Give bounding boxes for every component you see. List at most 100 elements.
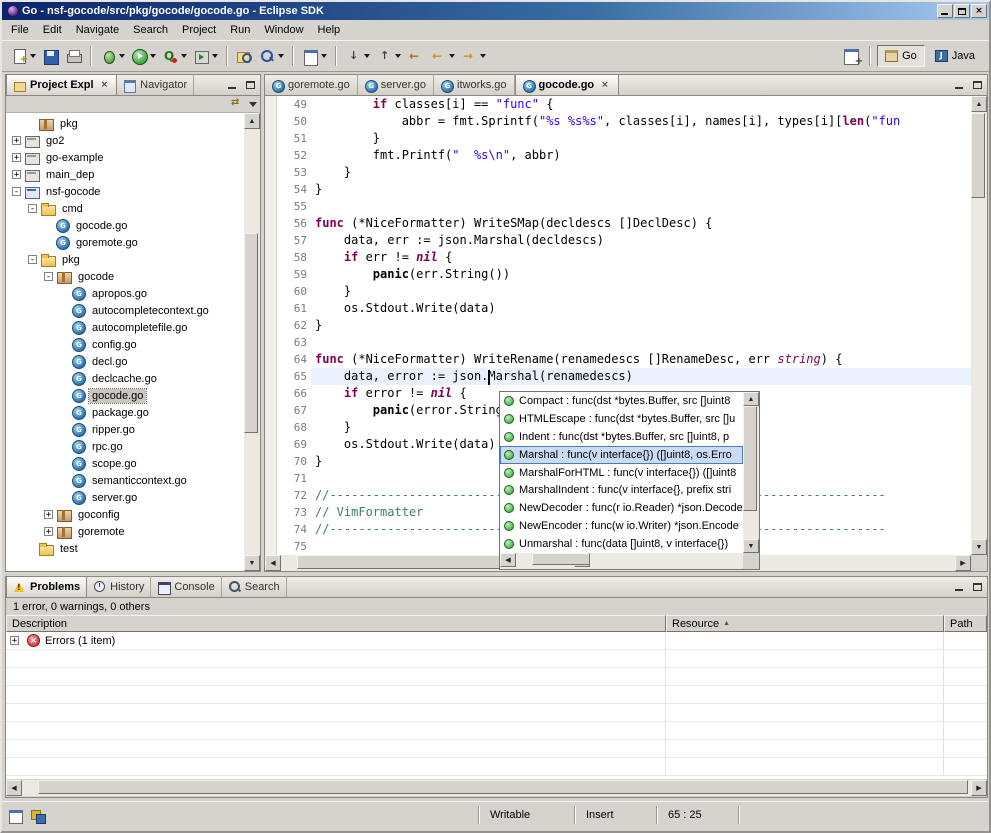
tree-expander-icon[interactable]: +	[12, 153, 21, 162]
problems-horizontal-scrollbar[interactable]: ◀ ▶	[6, 780, 987, 796]
tree-item-main-dep[interactable]: +main_dep	[6, 166, 244, 183]
run-button[interactable]	[129, 44, 158, 68]
tree-item-apropos-go[interactable]: apropos.go	[6, 285, 244, 302]
tree-item-ripper-go[interactable]: ripper.go	[6, 421, 244, 438]
popup-vertical-scrollbar[interactable]: ▲ ▼	[743, 392, 759, 553]
dropdown-arrow-icon[interactable]	[321, 54, 327, 58]
tree-item-goremote-go[interactable]: goremote.go	[6, 234, 244, 251]
scroll-down-icon[interactable]: ▼	[971, 539, 987, 555]
code-line[interactable]: 65 data, error := json.Marshal(renamedes…	[265, 368, 971, 385]
minimize-view-button[interactable]	[225, 78, 240, 92]
completion-item[interactable]: Unmarshal : func(data []uint8, v interfa…	[500, 535, 743, 553]
dropdown-arrow-icon[interactable]	[181, 54, 187, 58]
code-line[interactable]: 59 panic(err.String())	[265, 266, 971, 283]
scroll-up-icon[interactable]: ▲	[971, 96, 987, 112]
tree-item-cmd[interactable]: -cmd	[6, 200, 244, 217]
dropdown-arrow-icon[interactable]	[395, 54, 401, 58]
code-line[interactable]: 63	[265, 334, 971, 351]
view-tab-console[interactable]: Console	[151, 576, 221, 597]
tree-item-server-go[interactable]: server.go	[6, 489, 244, 506]
run-last-button[interactable]	[160, 44, 189, 68]
scroll-left-icon[interactable]: ◀	[500, 553, 516, 567]
menu-item-project[interactable]: Project	[175, 21, 223, 39]
tree-expander-icon[interactable]: +	[44, 527, 53, 536]
scroll-down-icon[interactable]: ▼	[244, 555, 260, 571]
perspective-java-button[interactable]: Java	[927, 45, 983, 67]
print-button[interactable]	[63, 44, 84, 68]
open-perspective-icon[interactable]	[841, 45, 863, 67]
tree-item-autocompletecontext-go[interactable]: autocompletecontext.go	[6, 302, 244, 319]
problem-row[interactable]: +Errors (1 item)	[6, 632, 987, 650]
view-menu-icon[interactable]	[249, 102, 257, 107]
view-tab-problems[interactable]: Problems	[6, 576, 87, 597]
dropdown-arrow-icon[interactable]	[480, 54, 486, 58]
new-button[interactable]	[9, 44, 38, 68]
maximize-problems-button[interactable]	[970, 580, 985, 594]
maximize-button[interactable]	[954, 4, 970, 18]
tree-item-config-go[interactable]: config.go	[6, 336, 244, 353]
scroll-left-icon[interactable]: ◀	[265, 555, 281, 571]
tree-item-goconfig[interactable]: +goconfig	[6, 506, 244, 523]
code-line[interactable]: 52 fmt.Printf(" %s\n", abbr)	[265, 147, 971, 164]
scroll-right-icon[interactable]: ▶	[971, 780, 987, 796]
tree-item-package-go[interactable]: package.go	[6, 404, 244, 421]
tree-item-gocode[interactable]: -gocode	[6, 268, 244, 285]
save-button[interactable]	[40, 44, 61, 68]
scrollbar-thumb[interactable]	[532, 553, 590, 565]
tree-expander-icon[interactable]: +	[44, 510, 53, 519]
tree-item-test[interactable]: test	[6, 540, 244, 557]
tree-item-decl-go[interactable]: decl.go	[6, 353, 244, 370]
close-tab-icon[interactable]: ×	[599, 80, 611, 91]
completion-item[interactable]: Indent : func(dst *bytes.Buffer, src []u…	[500, 428, 743, 446]
editor-tab-goremote-go[interactable]: goremote.go	[265, 74, 358, 95]
previous-annotation-button[interactable]	[374, 44, 403, 68]
tree-expander-icon[interactable]: -	[28, 204, 37, 213]
completion-item[interactable]: MarshalIndent : func(v interface{}, pref…	[500, 481, 743, 499]
completion-item[interactable]: NewEncoder : func(w io.Writer) *json.Enc…	[500, 517, 743, 535]
tree-expander-icon[interactable]: +	[12, 136, 21, 145]
completion-item[interactable]: NewDecoder : func(r io.Reader) *json.Dec…	[500, 499, 743, 517]
minimize-button[interactable]	[937, 4, 953, 18]
view-tab-history[interactable]: History	[87, 576, 151, 597]
popup-horizontal-scrollbar[interactable]: ◀ ▶	[500, 553, 743, 569]
tree-expander-icon[interactable]: -	[12, 187, 21, 196]
minimize-problems-button[interactable]	[952, 580, 967, 594]
view-tab-project-expl[interactable]: Project Expl×	[6, 74, 117, 95]
explorer-scrollbar[interactable]: ▲ ▼	[244, 113, 260, 571]
perspective-go-button[interactable]: Go	[877, 45, 925, 67]
code-line[interactable]: 61 os.Stdout.Write(data)	[265, 300, 971, 317]
column-header-path[interactable]: Path	[944, 615, 987, 632]
code-line[interactable]: 57 data, err := json.Marshal(decldescs)	[265, 232, 971, 249]
scrollbar-thumb[interactable]	[971, 113, 985, 198]
code-line[interactable]: 50 abbr = fmt.Sprintf("%s %s%s", classes…	[265, 113, 971, 130]
link-with-editor-icon[interactable]	[231, 98, 245, 110]
code-line[interactable]: 56func (*NiceFormatter) WriteSMap(declde…	[265, 215, 971, 232]
menu-item-navigate[interactable]: Navigate	[69, 21, 126, 39]
tree-item-go2[interactable]: +go2	[6, 132, 244, 149]
tree-expander-icon[interactable]: -	[28, 255, 37, 264]
maximize-view-button[interactable]	[243, 78, 258, 92]
column-header-resource[interactable]: Resource▲	[666, 615, 944, 632]
tree-item-declcache-go[interactable]: declcache.go	[6, 370, 244, 387]
fast-view-icon[interactable]	[6, 806, 24, 823]
scroll-up-icon[interactable]: ▲	[743, 392, 759, 406]
editor-tab-server-go[interactable]: server.go	[358, 74, 434, 95]
tree-expander-icon[interactable]: +	[12, 170, 21, 179]
scroll-down-icon[interactable]: ▼	[743, 539, 759, 553]
scrollbar-thumb[interactable]	[38, 780, 968, 794]
close-button[interactable]: ×	[971, 4, 987, 18]
editor-tab-gocode-go[interactable]: gocode.go×	[515, 74, 619, 95]
tree-item-pkg[interactable]: -pkg	[6, 251, 244, 268]
editor-tab-itworks-go[interactable]: itworks.go	[434, 74, 515, 95]
search-button[interactable]	[257, 44, 286, 68]
menu-item-file[interactable]: File	[4, 21, 36, 39]
dropdown-arrow-icon[interactable]	[364, 54, 370, 58]
tree-item-autocompletefile-go[interactable]: autocompletefile.go	[6, 319, 244, 336]
fast-view-menu-icon[interactable]	[28, 806, 46, 823]
code-line[interactable]: 58 if err != nil {	[265, 249, 971, 266]
code-line[interactable]: 62}	[265, 317, 971, 334]
column-header-description[interactable]: Description	[6, 615, 666, 632]
dropdown-arrow-icon[interactable]	[449, 54, 455, 58]
completion-item[interactable]: HTMLEscape : func(dst *bytes.Buffer, src…	[500, 410, 743, 428]
completion-item[interactable]: Marshal : func(v interface{}) ([]uint8, …	[500, 446, 743, 464]
